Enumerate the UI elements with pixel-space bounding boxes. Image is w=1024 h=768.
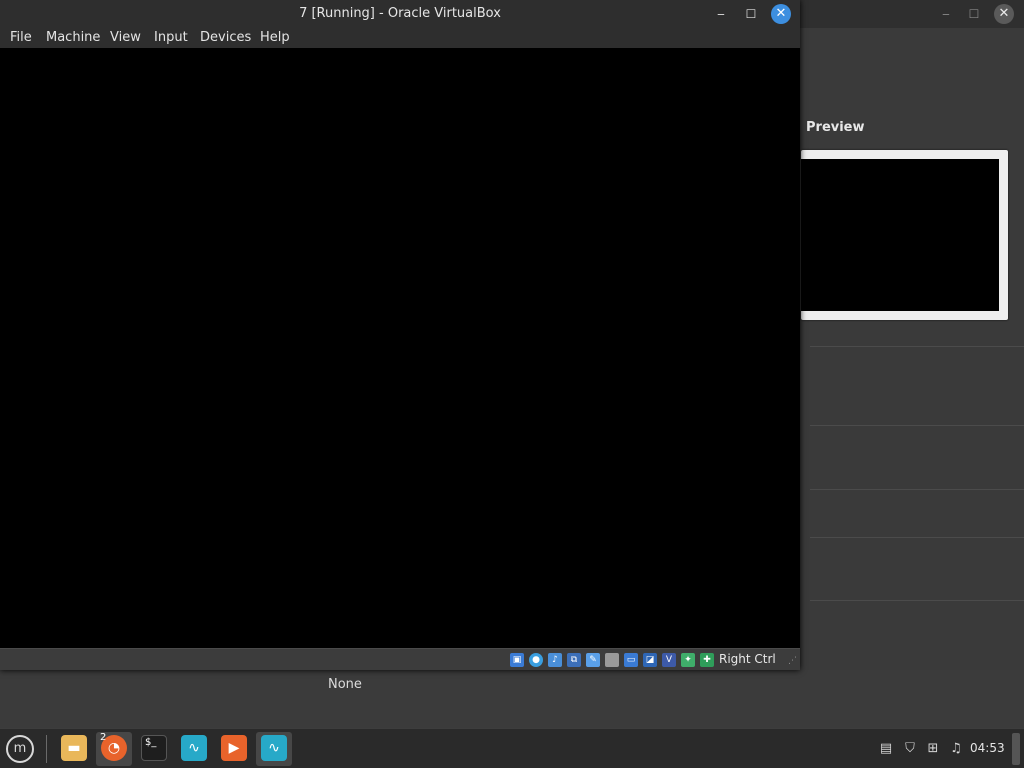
recording-icon[interactable]: ◪ bbox=[643, 653, 657, 667]
divider bbox=[810, 489, 1024, 490]
vm-window: 7 [Running] - Oracle VirtualBox ‒ ☐ ✕ Fi… bbox=[0, 0, 800, 670]
status-bar: ▣ ● ♪ ⧉ ✎ ▭ ◪ V ✦ ✚ Right Ctrl ⋰ bbox=[0, 648, 800, 670]
network-tray-icon[interactable]: ⊞ bbox=[925, 741, 941, 757]
terminal-icon: $_ bbox=[141, 735, 167, 761]
minimize-icon[interactable]: ‒ bbox=[938, 6, 954, 22]
clock[interactable]: 04:53 bbox=[970, 741, 1005, 755]
system-monitor-icon: ∿ bbox=[181, 735, 207, 761]
preview-header: Preview bbox=[806, 120, 865, 135]
shared-folder-icon[interactable] bbox=[605, 653, 619, 667]
keyboard-icon[interactable]: ✚ bbox=[700, 653, 714, 667]
display-icon[interactable]: ▭ bbox=[624, 653, 638, 667]
taskbar-virtualbox[interactable]: ∿ bbox=[176, 732, 212, 766]
folder-icon: ▬ bbox=[61, 735, 87, 761]
divider bbox=[810, 346, 1024, 347]
window-count-badge: 2 bbox=[100, 732, 107, 743]
taskbar-media-player[interactable]: ▶ bbox=[216, 732, 252, 766]
menu-file[interactable]: File bbox=[10, 30, 32, 45]
details-value: None bbox=[328, 677, 362, 692]
start-menu-button[interactable]: m bbox=[4, 733, 36, 765]
play-icon: ▶ bbox=[221, 735, 247, 761]
menu-view[interactable]: View bbox=[110, 30, 141, 45]
host-key-label: Right Ctrl bbox=[719, 652, 776, 666]
divider bbox=[810, 425, 1024, 426]
menu-input[interactable]: Input bbox=[154, 30, 188, 45]
taskbar-files[interactable]: ▬ bbox=[56, 732, 92, 766]
cpu-icon[interactable]: V bbox=[662, 653, 676, 667]
taskbar-virtualbox-active[interactable]: ∿ bbox=[256, 732, 292, 766]
close-icon[interactable]: ✕ bbox=[994, 4, 1014, 24]
taskbar-separator bbox=[46, 735, 47, 763]
hard-disk-icon[interactable]: ▣ bbox=[510, 653, 524, 667]
window-title: 7 [Running] - Oracle VirtualBox bbox=[299, 6, 501, 21]
network-icon[interactable]: ⧉ bbox=[567, 653, 581, 667]
divider bbox=[810, 600, 1024, 601]
maximize-icon[interactable]: ☐ bbox=[743, 6, 759, 22]
divider bbox=[810, 537, 1024, 538]
minimize-icon[interactable]: ‒ bbox=[713, 6, 729, 22]
sound-icon[interactable]: ♫ bbox=[948, 741, 964, 757]
system-monitor-icon: ∿ bbox=[261, 735, 287, 761]
preview-frame bbox=[801, 150, 1008, 320]
taskbar: m ▬ ◔ 2 $_ ∿ ▶ ∿ ▤ ⛉ ⊞ ♫ 04:53 bbox=[0, 728, 1024, 768]
taskbar-terminal[interactable]: $_ bbox=[136, 732, 172, 766]
show-desktop-button[interactable] bbox=[1012, 733, 1020, 765]
maximize-icon[interactable]: ☐ bbox=[966, 6, 982, 22]
menu-help[interactable]: Help bbox=[260, 30, 290, 45]
mouse-integration-icon[interactable]: ✦ bbox=[681, 653, 695, 667]
optical-drive-icon[interactable]: ● bbox=[529, 653, 543, 667]
vm-titlebar[interactable]: 7 [Running] - Oracle VirtualBox ‒ ☐ ✕ bbox=[0, 0, 800, 28]
resize-grip-icon[interactable]: ⋰ bbox=[788, 655, 798, 667]
vm-display[interactable] bbox=[0, 48, 800, 648]
clipboard-icon[interactable]: ▤ bbox=[878, 741, 894, 757]
menu-bar: File Machine View Input Devices Help bbox=[0, 28, 800, 48]
preview-screen bbox=[801, 159, 999, 311]
shield-icon[interactable]: ⛉ bbox=[902, 741, 918, 757]
menu-devices[interactable]: Devices bbox=[200, 30, 251, 45]
close-icon[interactable]: ✕ bbox=[771, 4, 791, 24]
audio-icon[interactable]: ♪ bbox=[548, 653, 562, 667]
mint-logo-icon: m bbox=[6, 735, 34, 763]
menu-machine[interactable]: Machine bbox=[46, 30, 100, 45]
details-section bbox=[0, 670, 1024, 728]
usb-icon[interactable]: ✎ bbox=[586, 653, 600, 667]
